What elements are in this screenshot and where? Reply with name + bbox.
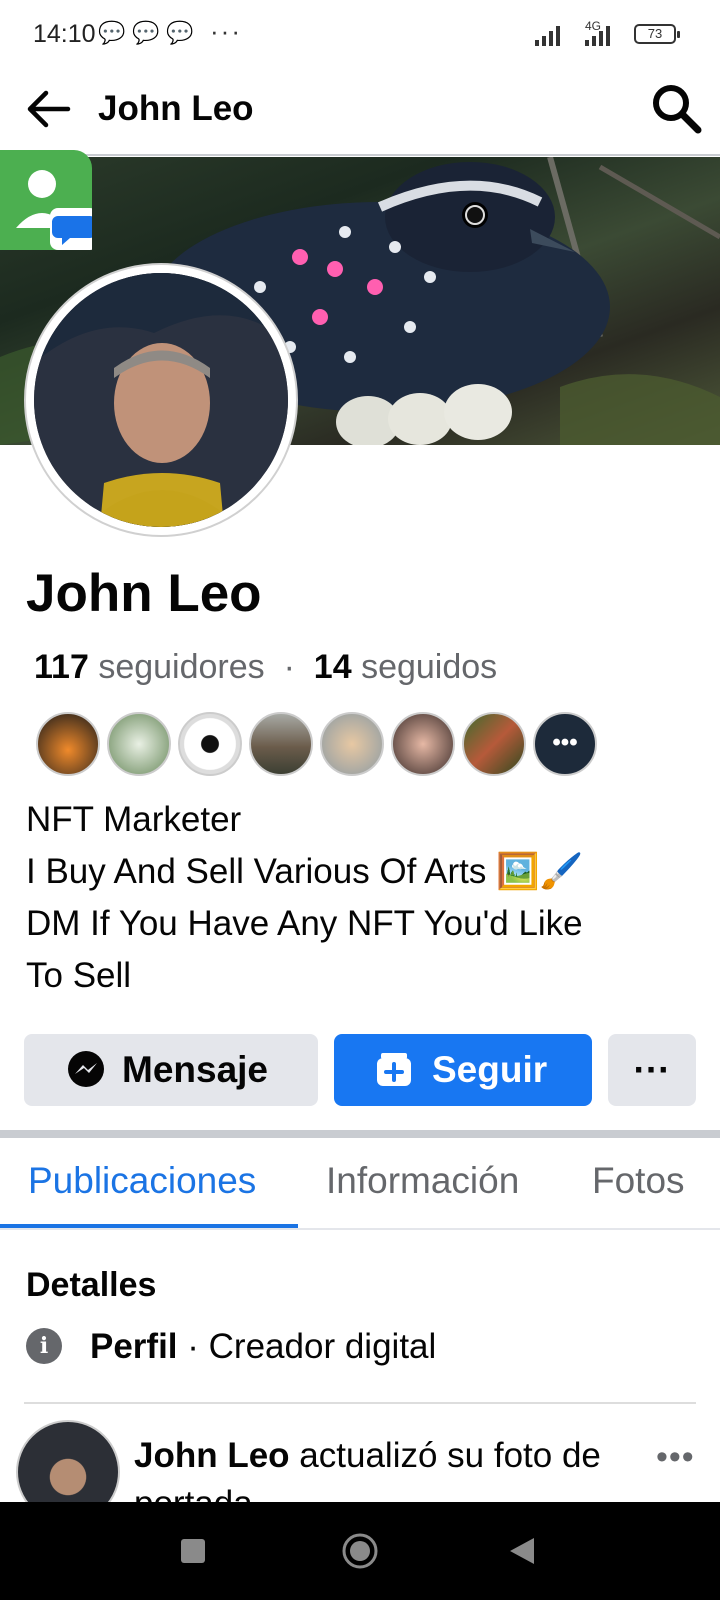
post-author-name[interactable]: John Leo (134, 1436, 290, 1475)
profile-tabs: Publicaciones Información Fotos (0, 1138, 720, 1230)
profile-bio: NFT Marketer I Buy And Sell Various Of A… (26, 794, 583, 1002)
back-nav-icon[interactable] (508, 1536, 536, 1566)
back-arrow-icon[interactable] (24, 84, 74, 134)
contact-shortcut-icon[interactable] (0, 150, 98, 250)
message-button[interactable]: Mensaje (24, 1034, 318, 1106)
follower-avatar[interactable] (320, 712, 384, 776)
following-label[interactable]: seguidos (361, 648, 497, 686)
more-notifications-icon: ··· (210, 16, 242, 46)
more-options-button[interactable]: ··· (608, 1034, 696, 1106)
follower-avatar[interactable] (391, 712, 455, 776)
message-notification-icon: 💬 (98, 20, 126, 45)
follow-add-icon (377, 1053, 411, 1086)
follow-stats: 117 seguidores · 14 seguidos (34, 645, 497, 689)
profile-name: John Leo (26, 564, 262, 623)
status-time: 14:10 (33, 20, 96, 48)
tab-informacion[interactable]: Información (326, 1156, 519, 1206)
follower-avatar[interactable] (107, 712, 171, 776)
signal-icon (585, 26, 610, 46)
follow-button[interactable]: Seguir (334, 1034, 592, 1106)
tab-fotos[interactable]: Fotos (592, 1156, 685, 1206)
message-button-label: Mensaje (122, 1049, 269, 1090)
info-icon: i (26, 1328, 62, 1364)
follower-avatar[interactable] (178, 712, 242, 776)
followers-count: 117 (34, 648, 89, 686)
bio-line: NFT Marketer (26, 800, 242, 839)
message-notification-icon: 💬 (166, 20, 194, 45)
follower-avatar[interactable] (249, 712, 313, 776)
stats-separator: · (283, 648, 295, 686)
home-icon[interactable] (340, 1531, 380, 1571)
search-icon[interactable] (648, 80, 704, 136)
following-count: 14 (313, 648, 352, 686)
profile-type-value: · Creador digital (187, 1327, 437, 1366)
active-tab-indicator (0, 1224, 298, 1228)
battery-level: 73 (647, 26, 663, 41)
recent-apps-icon[interactable] (180, 1538, 206, 1564)
bio-line: I Buy And Sell Various Of Arts 🖼️🖌️ (26, 852, 584, 891)
more-options-icon: ··· (633, 1049, 671, 1090)
profile-picture[interactable] (34, 273, 288, 527)
header-title: John Leo (98, 89, 254, 128)
details-text: Perfil · Creador digital (90, 1322, 436, 1372)
contact-person-icon (16, 170, 98, 250)
more-followers-avatar[interactable]: ••• (533, 712, 597, 776)
followers-label[interactable]: seguidores (98, 648, 264, 686)
divider (24, 1402, 696, 1404)
battery-icon: 73 (634, 24, 680, 44)
top-app-bar: John Leo (0, 70, 720, 156)
details-heading: Detalles (26, 1266, 157, 1304)
bio-line: DM If You Have Any NFT You'd Like (26, 904, 583, 943)
follower-avatar[interactable] (36, 712, 100, 776)
follow-button-label: Seguir (432, 1049, 548, 1090)
bio-line: To Sell (26, 956, 132, 995)
post-more-icon[interactable]: ••• (656, 1438, 695, 1477)
system-navigation-bar (0, 1502, 720, 1600)
messenger-icon (68, 1051, 104, 1087)
status-bar: 14:10 💬 💬 💬 ··· 4G 73 (0, 0, 720, 70)
follower-avatar[interactable] (462, 712, 526, 776)
profile-photo-image (34, 273, 288, 527)
section-divider (0, 1130, 720, 1138)
signal-icon (535, 26, 560, 46)
profile-type-label: Perfil (90, 1327, 178, 1366)
tab-publicaciones[interactable]: Publicaciones (28, 1156, 256, 1206)
message-notification-icon: 💬 (132, 20, 160, 45)
